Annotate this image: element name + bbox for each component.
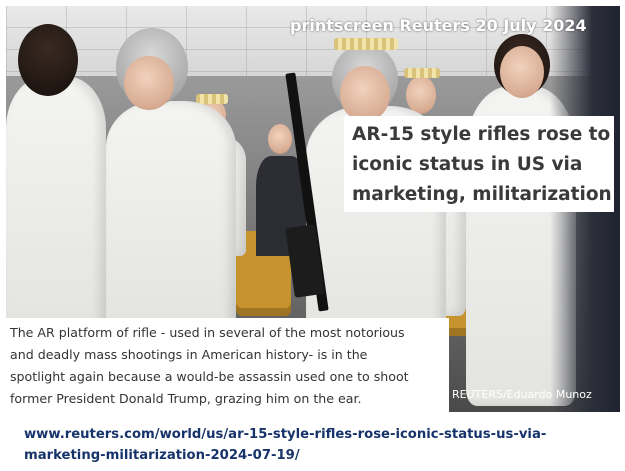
caption-line: The AR platform of rifle - used in sever…: [10, 325, 405, 340]
person-robe: [6, 76, 106, 336]
person-head: [18, 24, 78, 96]
url-line: www.reuters.com/world/us/ar-15-style-rif…: [24, 427, 547, 442]
person-face: [124, 56, 174, 110]
person-face: [340, 66, 390, 122]
headline-line: marketing, militarization: [352, 184, 612, 205]
caption-line: and deadly mass shootings in American hi…: [10, 347, 368, 362]
printscreen-stamp: printscreen Reuters 20 July 2024: [290, 16, 587, 35]
person-head: [406, 76, 436, 114]
person-head: [268, 124, 292, 154]
caption-line: former President Donald Trump, grazing h…: [10, 391, 362, 406]
person-robe: [106, 101, 236, 331]
source-url: www.reuters.com/world/us/ar-15-style-rif…: [24, 424, 614, 466]
headline-line: AR-15 style rifles rose to: [352, 124, 611, 145]
photo-credit: REUTERS/Eduardo Munoz: [452, 388, 592, 401]
person-face: [500, 46, 544, 98]
caption-line: spotlight again because a would-be assas…: [10, 369, 409, 384]
crown: [404, 68, 440, 78]
headline-line: iconic status in US via: [352, 154, 583, 175]
headline-box: AR-15 style rifles rose to iconic status…: [344, 116, 614, 212]
caption-box: The AR platform of rifle - used in sever…: [6, 318, 449, 412]
url-line: marketing-militarization-2024-07-19/: [24, 448, 300, 463]
crown: [334, 38, 398, 50]
